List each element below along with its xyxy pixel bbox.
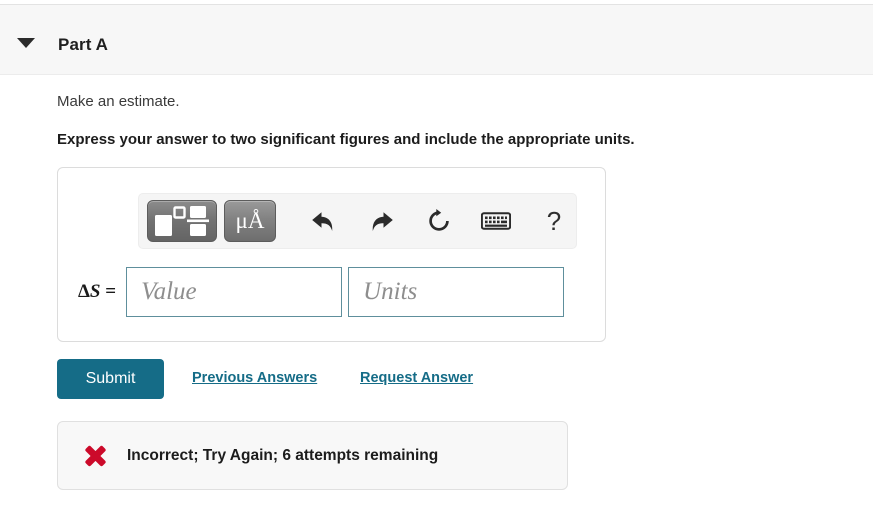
variable-label: ΔS = <box>78 281 117 302</box>
feedback-banner: Incorrect; Try Again; 6 attempts remaini… <box>57 421 568 490</box>
reset-circular-arrow-icon[interactable] <box>419 202 459 240</box>
equation-toolbar: μÅ ? <box>138 193 577 249</box>
redo-arrow-icon[interactable] <box>361 202 401 240</box>
question-prompt: Make an estimate. <box>57 93 180 110</box>
red-x-icon <box>83 444 107 468</box>
part-header-band: Part A <box>0 4 873 75</box>
undo-arrow-icon[interactable] <box>303 202 343 240</box>
caret-down-icon[interactable] <box>17 38 35 48</box>
feedback-message: Incorrect; Try Again; 6 attempts remaini… <box>127 446 439 464</box>
units-input[interactable] <box>348 267 565 317</box>
value-input[interactable] <box>126 267 343 317</box>
answer-input-row: ΔS = <box>78 267 565 317</box>
answer-entry-panel: μÅ ? ΔS = Value Units <box>57 167 606 342</box>
page-title: Part A <box>58 35 109 54</box>
submit-button[interactable]: Submit <box>57 359 164 399</box>
previous-answers-link[interactable]: Previous Answers <box>192 370 317 386</box>
keyboard-icon[interactable] <box>476 202 516 240</box>
units-icon[interactable]: μÅ <box>224 200 276 242</box>
help-glyph: ? <box>546 205 562 236</box>
question-mark-icon[interactable]: ? <box>534 202 574 240</box>
math-template-icon[interactable] <box>147 200 217 242</box>
request-answer-link[interactable]: Request Answer <box>360 370 473 386</box>
question-instruction: Express your answer to two significant f… <box>57 131 635 148</box>
